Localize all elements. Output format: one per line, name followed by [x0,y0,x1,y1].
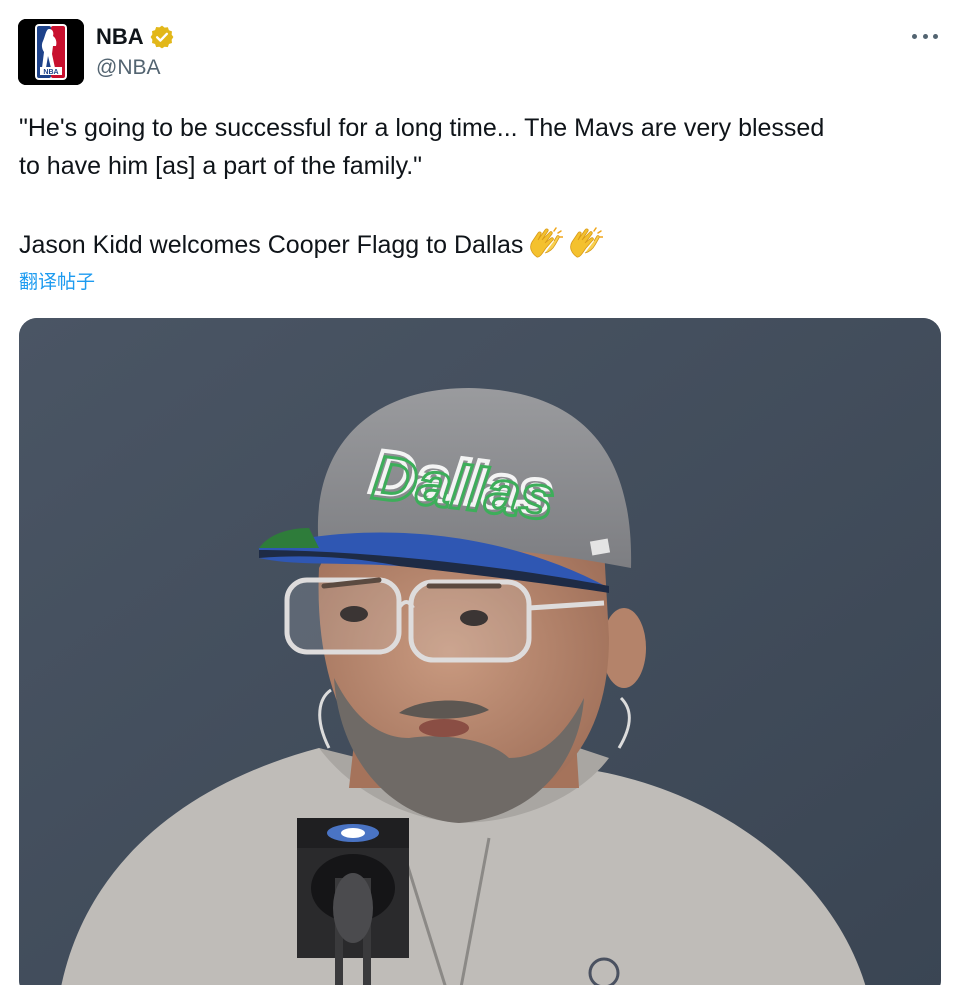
svg-text:NBA: NBA [43,69,58,76]
verified-badge-icon[interactable] [149,24,175,50]
tweet-text-line-1: "He's going to be successful for a long … [19,114,825,142]
clapping-hands-emoji-icon [527,227,565,259]
author-handle[interactable]: @NBA [96,54,161,82]
nba-logo-icon: NBA [18,19,84,85]
translate-post-link[interactable]: 翻译帖子 [19,270,95,296]
clapping-hands-emoji-icon [567,227,605,259]
press-conference-photo: Dallas Dallas [19,318,941,985]
author-display-name[interactable]: NBA [96,22,144,52]
nba-logo-avatar[interactable]: NBA [18,19,84,85]
dot [912,33,917,39]
dot [922,33,928,39]
tweet-media-image[interactable]: Dallas Dallas [19,318,941,985]
dot [933,33,938,39]
tweet-card: NBA NBA @NBA "He's going to be successfu… [0,0,960,985]
tweet-text-line-3: Jason Kidd welcomes Cooper Flagg to Dall… [19,226,931,264]
tweet-text-line-2: to have him [as] a part of the family." [19,152,423,180]
more-options-icon[interactable] [912,24,938,48]
author-name-row: NBA [96,22,175,52]
tweet-text-line-3-content: Jason Kidd welcomes Cooper Flagg to Dall… [19,231,524,259]
